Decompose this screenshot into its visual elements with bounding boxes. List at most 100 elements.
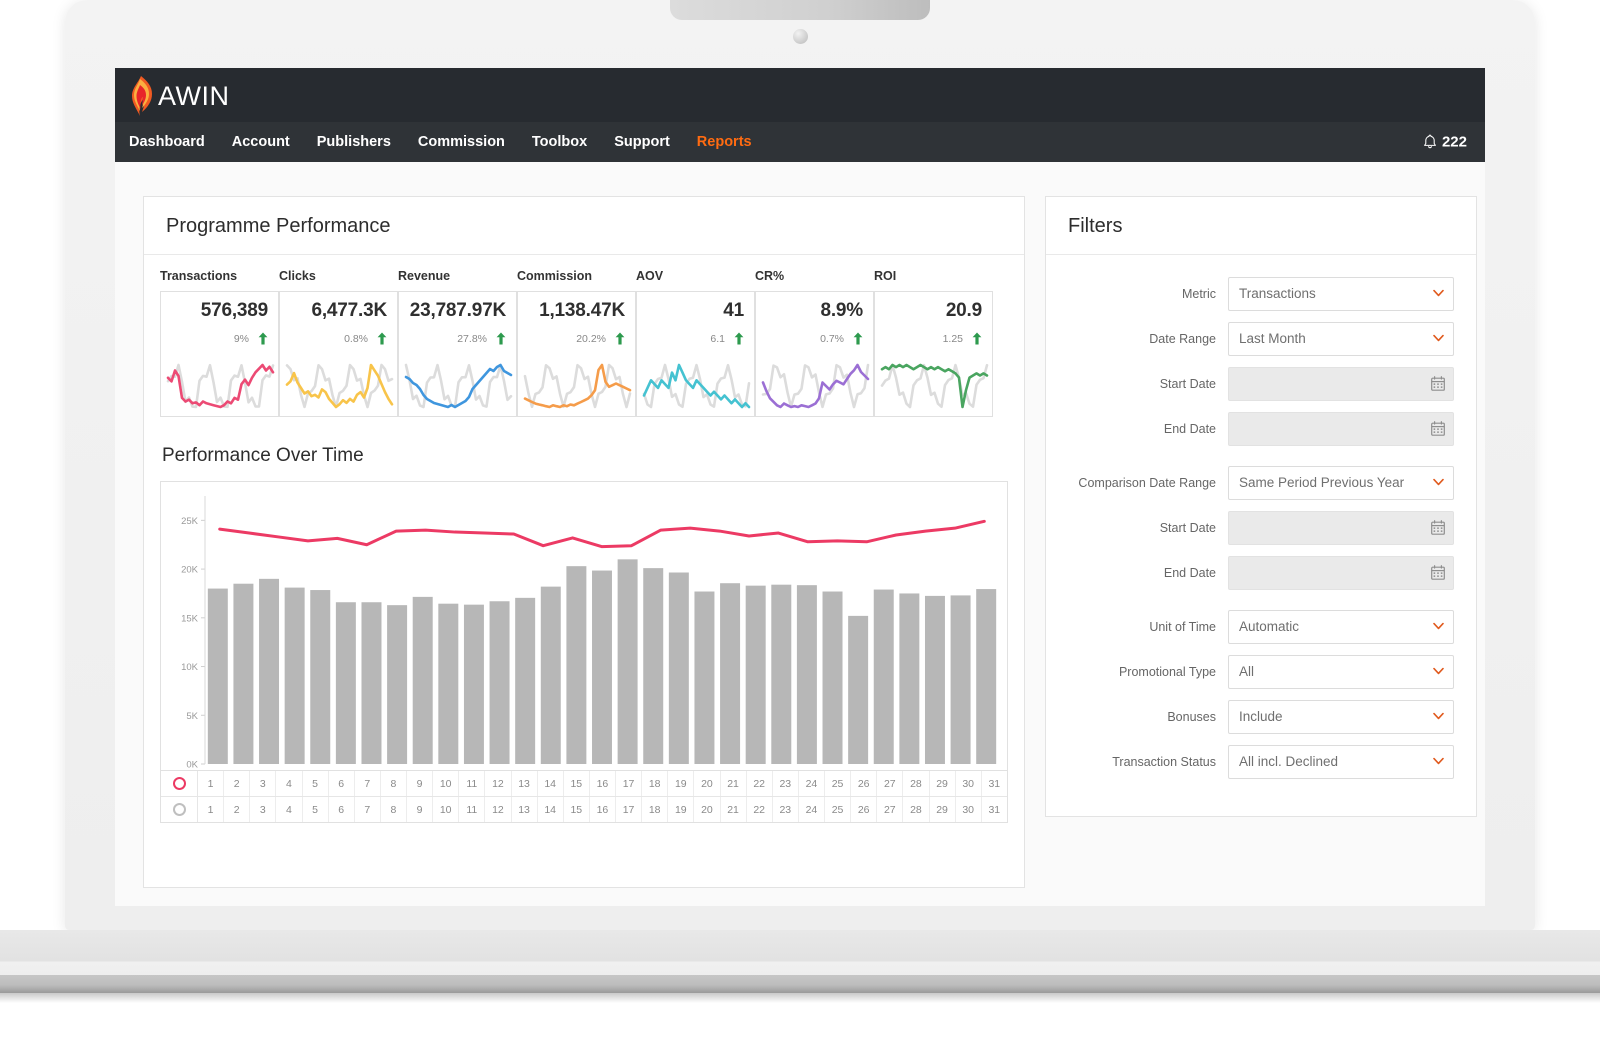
series-marker-cell[interactable] <box>161 771 198 796</box>
axis-tick-label: 24 <box>799 771 825 796</box>
kpi-card-clicks[interactable]: Clicks 6,477.3K 0.8% <box>279 269 398 417</box>
nav-item-reports[interactable]: Reports <box>697 134 752 150</box>
kpi-card-transactions[interactable]: Transactions 576,389 9% <box>160 269 279 417</box>
chart-axis-legend: 1 2 3 4 5 6 7 8 9 10 11 12 13 14 15 16 17 18 19 20 21 22 23 24 2… <box>161 770 1007 822</box>
axis-tick-label: 13 <box>512 771 538 796</box>
kpi-sparkline <box>761 363 870 409</box>
filter-control-unit-of-time: Automatic <box>1228 610 1454 644</box>
select-comparison-date-range-4[interactable]: Same Period Previous Year <box>1228 466 1454 500</box>
select-date-range-1[interactable]: Last Month <box>1228 322 1454 356</box>
chevron-down-icon <box>1433 289 1444 297</box>
select-bonuses-9[interactable]: Include <box>1228 700 1454 734</box>
bell-icon <box>1424 134 1436 148</box>
filters-header: Filters <box>1046 197 1476 255</box>
kpi-delta-value: 9% <box>233 332 249 345</box>
kpi-box: 20.9 1.25 <box>874 291 993 417</box>
kpi-box: 8.9% 0.7% <box>755 291 874 417</box>
circle-outline-icon <box>172 777 186 790</box>
filters-title: Filters <box>1068 215 1123 237</box>
chevron-down-icon <box>1433 622 1444 630</box>
filter-row-end-date-6: End Date <box>1068 556 1454 590</box>
axis-tick-label: 6 <box>329 797 355 822</box>
axis-tick-label: 30 <box>956 797 982 822</box>
flame-icon <box>132 76 152 116</box>
svg-text:5K: 5K <box>186 711 198 722</box>
chart-block: Performance Over Time 0K 5K 10K 15K 20K 25K 1… <box>144 417 1024 823</box>
filter-label-metric: Metric <box>1181 287 1216 301</box>
kpi-label: AOV <box>636 269 664 283</box>
date-input-end-date-3[interactable] <box>1228 412 1454 446</box>
date-input-end-date-6[interactable] <box>1228 556 1454 590</box>
kpi-card-commission[interactable]: Commission 1,138.47K 20.2% <box>517 269 636 417</box>
kpi-sparkline <box>166 363 275 409</box>
series-marker-cell[interactable] <box>161 797 198 822</box>
svg-text:10K: 10K <box>181 662 199 673</box>
webcam-icon <box>793 29 808 44</box>
date-input-start-date-5[interactable] <box>1228 511 1454 545</box>
axis-tick-label: 18 <box>642 797 669 822</box>
nav-item-publishers[interactable]: Publishers <box>317 134 391 150</box>
nav-item-support[interactable]: Support <box>614 134 670 150</box>
kpi-card-cr[interactable]: CR% 8.9% 0.7% <box>755 269 874 417</box>
brand-bar: AWIN <box>115 68 1485 122</box>
svg-text:15K: 15K <box>181 613 199 624</box>
svg-text:25K: 25K <box>181 516 199 527</box>
axis-tick-label: 2 <box>224 797 251 822</box>
date-input-start-date-2[interactable] <box>1228 367 1454 401</box>
axis-tick-label: 8 <box>381 771 407 796</box>
nav-item-dashboard[interactable]: Dashboard <box>129 134 205 150</box>
axis-tick-label: 1 <box>198 771 225 796</box>
kpi-card-aov[interactable]: AOV 41 6.1 <box>636 269 755 417</box>
kpi-delta: 6.1 <box>647 332 744 345</box>
kpi-label: Commission <box>517 269 593 283</box>
filters-body: Metric Transactions Date Range Last Month St… <box>1046 255 1476 816</box>
kpi-delta: 0.7% <box>766 332 863 345</box>
axis-tick-label: 8 <box>381 797 407 822</box>
axis-tick-label: 10 <box>433 797 460 822</box>
axis-tick-label: 13 <box>512 797 538 822</box>
kpi-label: ROI <box>874 269 897 283</box>
filter-label-unit-of-time: Unit of Time <box>1149 620 1216 634</box>
axis-tick-label: 25 <box>825 771 852 796</box>
filter-row-end-date-3: End Date <box>1068 412 1454 446</box>
kpi-card-roi[interactable]: ROI 20.9 1.25 <box>874 269 993 417</box>
kpi-strip: Transactions 576,389 9% Clicks 6,477.3K 0.8% R… <box>144 255 1024 417</box>
kpi-card-revenue[interactable]: Revenue 23,787.97K 27.8% <box>398 269 517 417</box>
axis-tick-label: 23 <box>773 771 799 796</box>
programme-performance-card: Programme Performance Transactions 576,38… <box>143 196 1025 888</box>
axis-legend-row[interactable]: 1 2 3 4 5 6 7 8 9 10 11 12 13 14 15 16 17 18 19 20 21 22 23 24 2… <box>161 797 1007 822</box>
kpi-value: 20.9 <box>945 300 982 321</box>
svg-text:20K: 20K <box>181 565 199 576</box>
nav-item-toolbox[interactable]: Toolbox <box>532 134 587 150</box>
filter-label-end-date: End Date <box>1163 422 1216 436</box>
axis-tick-label: 12 <box>485 771 512 796</box>
laptop-base-edge <box>0 975 1600 993</box>
chart-title: Performance Over Time <box>162 445 364 466</box>
axis-tick-label: 31 <box>988 777 1001 790</box>
axis-tick-label: 26 <box>851 797 878 822</box>
select-metric-0[interactable]: Transactions <box>1228 277 1454 311</box>
calendar-icon <box>1431 376 1445 391</box>
filter-control-promotional-type: All <box>1228 655 1454 689</box>
select-unit-of-time-7[interactable]: Automatic <box>1228 610 1454 644</box>
chevron-down-icon <box>1433 757 1444 765</box>
performance-chart-svg[interactable]: 0K 5K 10K 15K 20K 25K <box>161 482 1007 770</box>
app-screen: AWIN Dashboard Account Publishers Commis… <box>115 68 1485 906</box>
axis-tick-label: 6 <box>329 771 355 796</box>
nav-item-account[interactable]: Account <box>232 134 290 150</box>
nav-item-commission[interactable]: Commission <box>418 134 505 150</box>
kpi-value: 41 <box>723 300 744 321</box>
awin-logo[interactable]: AWIN <box>128 76 230 116</box>
page-title: Programme Performance <box>166 215 391 237</box>
axis-tick-label: 29 <box>930 771 956 796</box>
laptop-frame: AWIN Dashboard Account Publishers Commis… <box>65 0 1535 930</box>
filter-row-date-range-1: Date Range Last Month <box>1068 322 1454 356</box>
axis-tick-label: 11 <box>459 771 486 796</box>
kpi-sparkline <box>642 363 751 409</box>
notifications-button[interactable]: 222 <box>1423 134 1467 151</box>
select-promotional-type-8[interactable]: All <box>1228 655 1454 689</box>
trend-up-arrow-icon <box>853 332 863 345</box>
filter-row-metric-0: Metric Transactions <box>1068 277 1454 311</box>
select-transaction-status-10[interactable]: All incl. Declined <box>1228 745 1454 779</box>
axis-legend-row[interactable]: 1 2 3 4 5 6 7 8 9 10 11 12 13 14 15 16 17 18 19 20 21 22 23 24 2… <box>161 771 1007 797</box>
